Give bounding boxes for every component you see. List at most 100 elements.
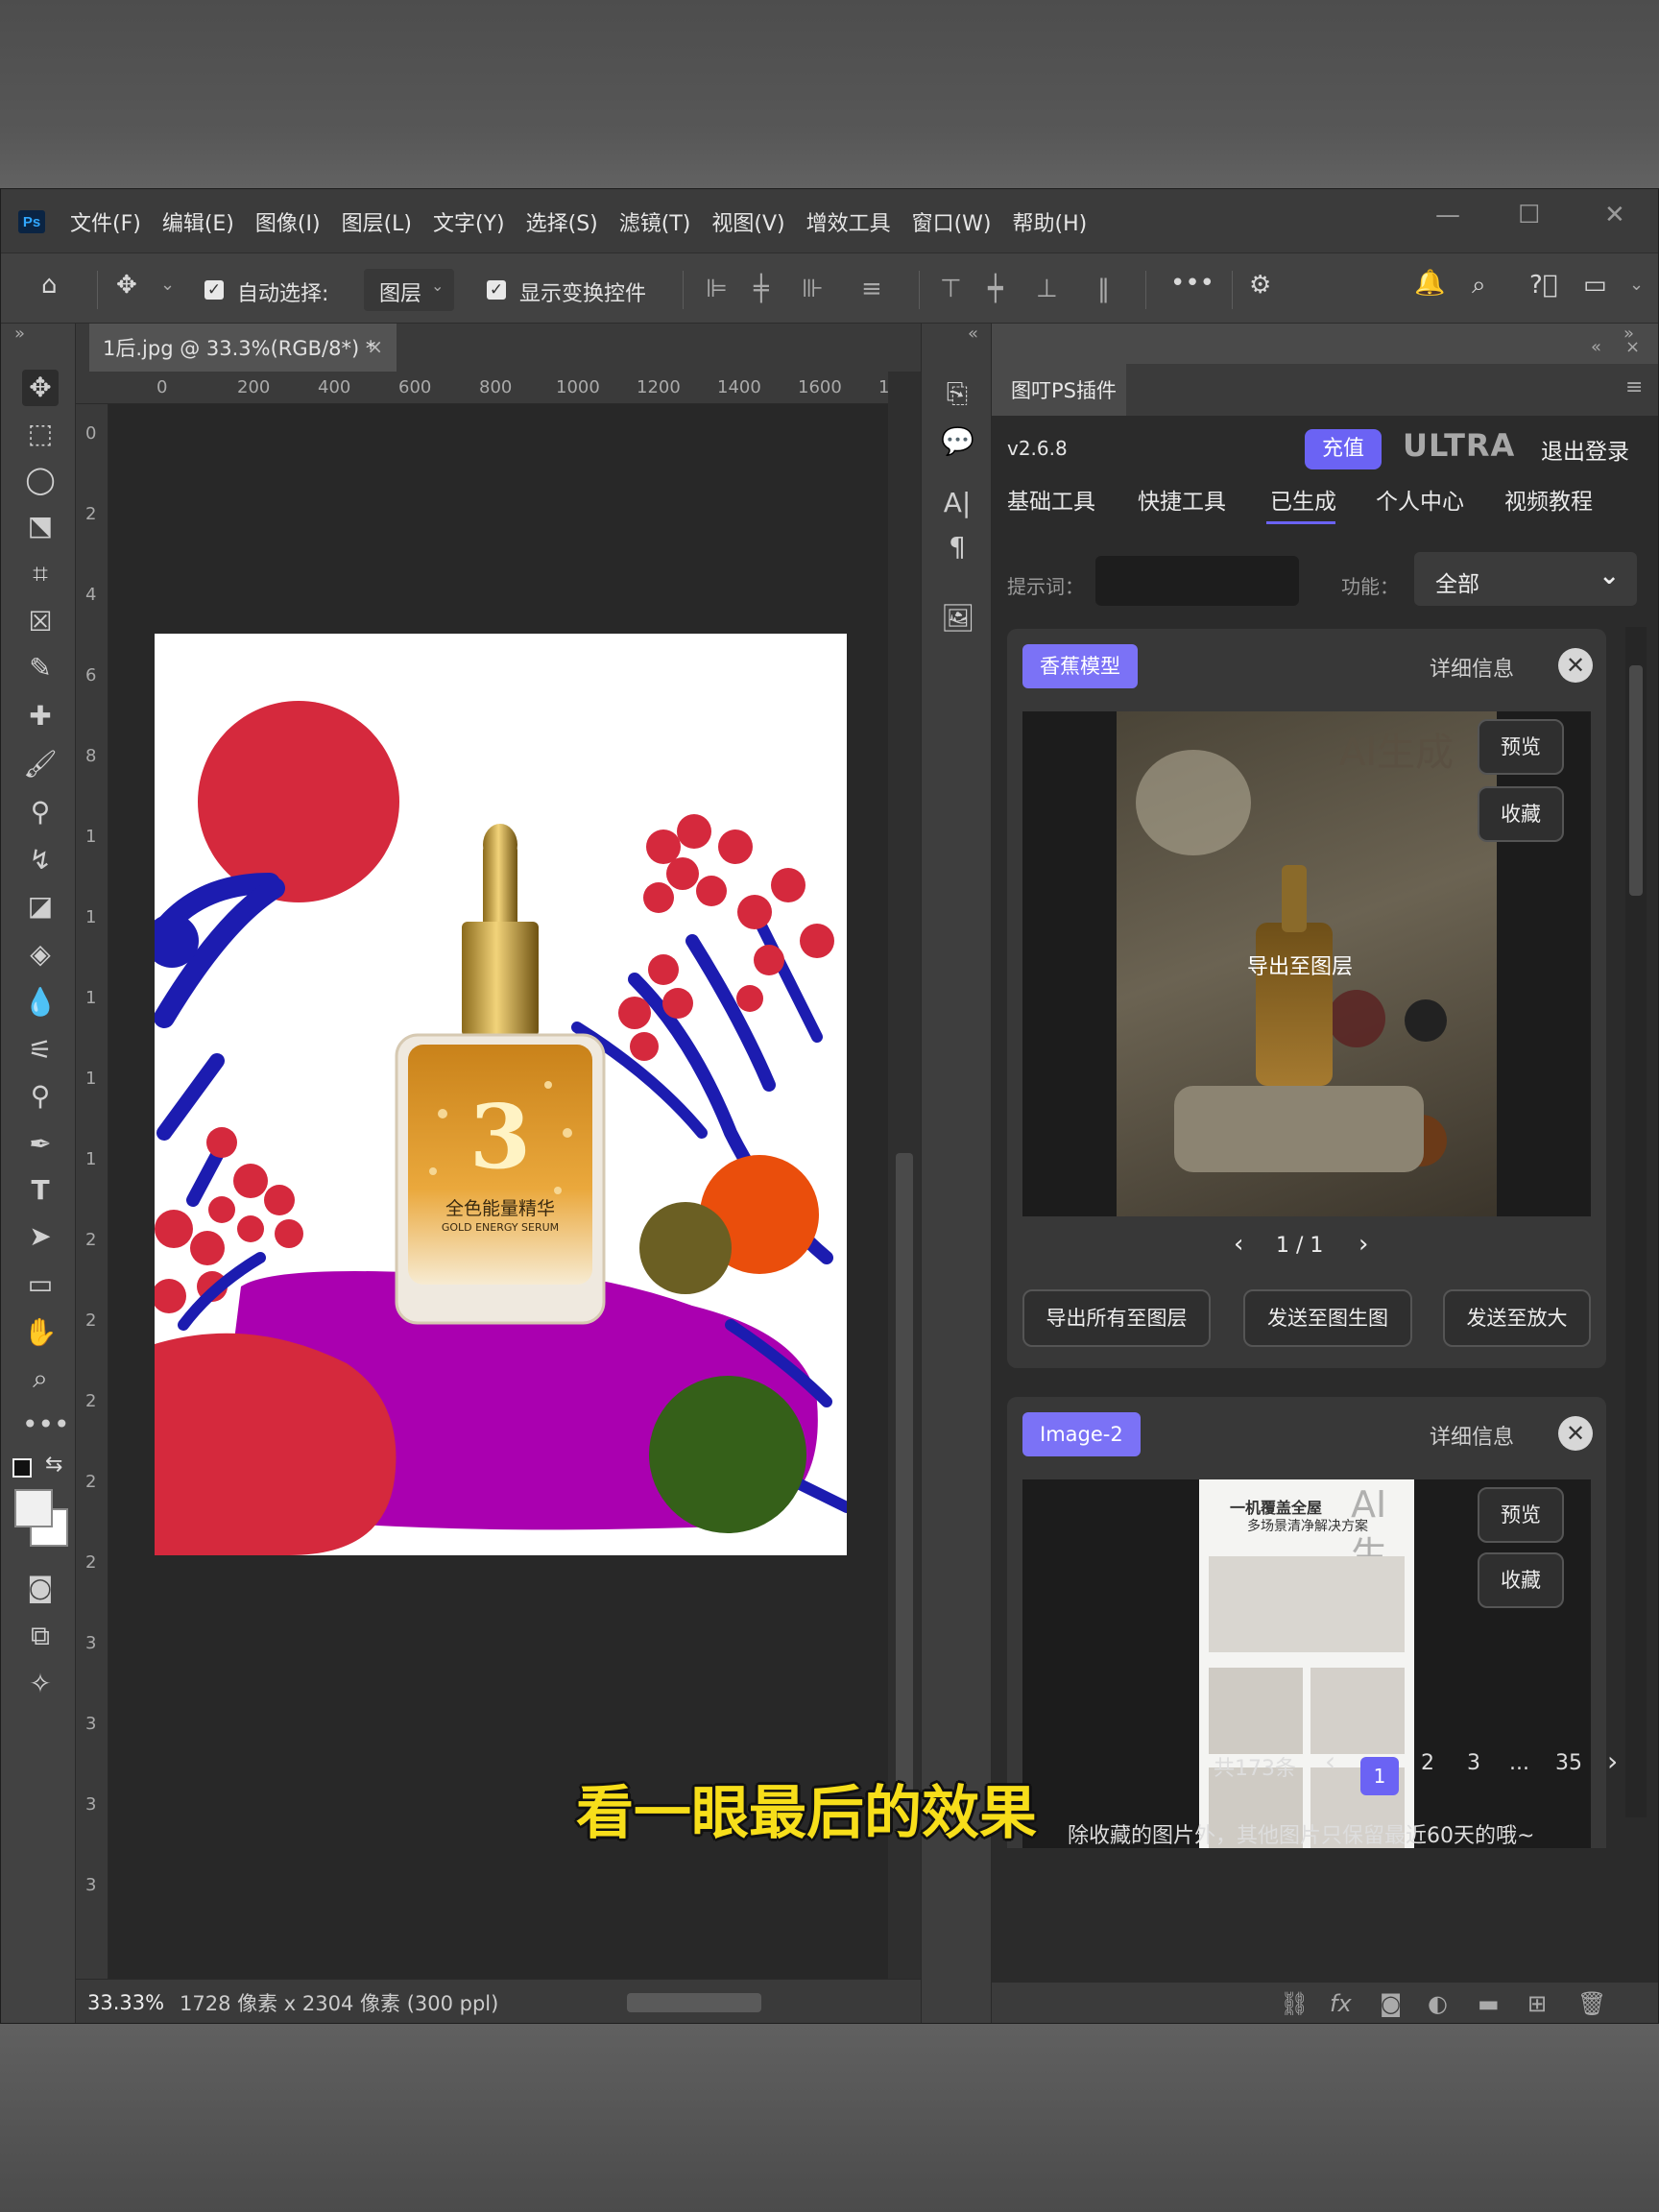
eraser-tool-icon[interactable]: ◪ — [22, 888, 59, 925]
auto-select-dropdown[interactable]: 图层 ⌄ — [364, 269, 454, 311]
zoom-tool-icon[interactable]: ⌕ — [22, 1360, 59, 1397]
tab-quick-tools[interactable]: 快捷工具 — [1138, 483, 1226, 516]
document-tab[interactable]: 1后.jpg @ 33.3%(RGB/8*) * × — [89, 324, 397, 372]
close-window-button[interactable]: ✕ — [1604, 201, 1625, 229]
adjustment-icon[interactable]: ◐ — [1428, 1990, 1448, 2017]
tab-personal-center[interactable]: 个人中心 — [1376, 483, 1464, 516]
more-options-icon[interactable]: ••• — [1170, 269, 1214, 298]
eyedropper-tool-icon[interactable]: ✎ — [22, 650, 59, 686]
lasso-tool-icon[interactable]: ◯ — [22, 462, 59, 498]
hand-tool-icon[interactable]: ✋ — [22, 1314, 59, 1351]
stamp-tool-icon[interactable]: ⚲ — [22, 794, 59, 830]
favorite-button[interactable]: 收藏 — [1478, 1552, 1564, 1608]
dodge-tool-icon[interactable]: ⚟ — [22, 1032, 59, 1069]
align-center-icon[interactable]: ╪ — [754, 275, 769, 303]
page-1-button[interactable]: 1 — [1360, 1757, 1399, 1795]
home-icon[interactable]: ⌂ — [41, 271, 58, 300]
zoom-level[interactable]: 33.33% — [87, 1991, 164, 2014]
maximize-button[interactable]: ☐ — [1518, 201, 1540, 229]
function-select[interactable]: 全部 ⌄ — [1414, 552, 1637, 606]
link-layers-icon[interactable]: ⛓ — [1280, 1990, 1309, 2017]
notification-bell-icon[interactable]: 🔔 — [1414, 269, 1445, 298]
canvas-vertical-scrollbar[interactable] — [888, 372, 921, 1979]
gear-icon[interactable]: ⚙ — [1249, 271, 1271, 300]
new-layer-icon[interactable]: ⊞ — [1527, 1990, 1547, 2017]
more-tools-icon[interactable]: ••• — [22, 1407, 70, 1443]
document-info[interactable]: 1728 像素 x 2304 像素 (300 ppl) — [180, 1988, 498, 2017]
brush-tool-icon[interactable]: 🖌 — [22, 746, 59, 782]
workspace-icon[interactable]: ▭ — [1583, 271, 1607, 300]
pen-tool-icon[interactable]: ✒ — [22, 1126, 59, 1163]
menu-select[interactable]: 选择(S) — [526, 206, 598, 237]
tab-generated[interactable]: 已生成 — [1270, 483, 1336, 516]
marquee-tool-icon[interactable]: ⬚ — [22, 416, 59, 452]
panel-menu-icon[interactable]: ≡ — [1625, 375, 1643, 399]
menu-help[interactable]: 帮助(H) — [1013, 206, 1088, 237]
trash-icon[interactable]: 🗑 — [1577, 1990, 1606, 2017]
close-icon[interactable]: ✕ — [1558, 1416, 1593, 1451]
horizontal-scroll-thumb[interactable] — [627, 1993, 761, 2012]
plugin-tab[interactable]: 图叮PS插件 — [992, 364, 1126, 416]
screen-mode-icon[interactable]: ⧉ — [22, 1618, 59, 1654]
distribute-icon[interactable]: ≡ — [861, 275, 882, 303]
export-all-to-layers-button[interactable]: 导出所有至图层 — [1022, 1289, 1211, 1347]
align-bottom-icon[interactable]: ⊥ — [1036, 275, 1058, 303]
default-colors-icon[interactable] — [12, 1458, 32, 1478]
page-3-button[interactable]: 3 — [1467, 1751, 1480, 1775]
path-select-icon[interactable]: ➤ — [22, 1218, 59, 1255]
menu-type[interactable]: 文字(Y) — [433, 206, 505, 237]
object-select-tool-icon[interactable]: ⬔ — [22, 508, 59, 544]
fx-icon[interactable]: fx — [1330, 1990, 1352, 2017]
export-to-layer-overlay[interactable]: 导出至图层 — [1247, 950, 1353, 980]
paragraph-panel-icon[interactable]: ¶ — [941, 531, 974, 564]
auto-select-checkbox[interactable]: ✓ — [204, 280, 224, 300]
menu-view[interactable]: 视图(V) — [711, 206, 784, 237]
transform-controls-checkbox[interactable]: ✓ — [487, 280, 506, 300]
recharge-button[interactable]: 充值 — [1305, 429, 1382, 469]
menu-file[interactable]: 文件(F) — [70, 206, 141, 237]
next-page-icon[interactable]: › — [1607, 1745, 1618, 1777]
preview-button[interactable]: 预览 — [1478, 719, 1564, 775]
rectangle-tool-icon[interactable]: ▭ — [22, 1266, 59, 1303]
prompt-input[interactable] — [1095, 556, 1299, 606]
result-image[interactable]: AI生成 导出至图层 — [1117, 711, 1497, 1216]
close-icon[interactable]: ✕ — [1558, 648, 1593, 683]
healing-tool-icon[interactable]: ✚ — [22, 698, 59, 734]
generative-icon[interactable]: ✧ — [22, 1666, 59, 1702]
search-icon[interactable]: ⌕ — [1472, 271, 1486, 301]
collapse-icon[interactable]: « — [1591, 337, 1601, 357]
menu-window[interactable]: 窗口(W) — [912, 206, 992, 237]
align-middle-icon[interactable]: ┿ — [988, 275, 1003, 303]
image-panel-icon[interactable]: 🖼 — [941, 602, 975, 635]
align-left-icon[interactable]: ⊫ — [706, 275, 728, 303]
plugin-scrollbar[interactable] — [1625, 627, 1647, 1817]
crop-tool-icon[interactable]: ⌗ — [22, 556, 59, 592]
close-tab-icon[interactable]: × — [367, 335, 383, 358]
frame-tool-icon[interactable]: ☒ — [22, 604, 59, 640]
menu-plugins[interactable]: 增效工具 — [806, 206, 891, 237]
quick-mask-icon[interactable]: ◙ — [22, 1570, 59, 1606]
tab-video-tutorials[interactable]: 视频教程 — [1504, 483, 1593, 516]
preview-button[interactable]: 预览 — [1478, 1487, 1564, 1543]
result-image-frame[interactable]: AI生成 一机覆盖全屋 多场景清净解决方案 预览 收藏 — [1022, 1479, 1591, 1848]
paint-bucket-icon[interactable]: ◈ — [22, 936, 59, 973]
history-brush-icon[interactable]: ↯ — [22, 842, 59, 878]
collapse-icon[interactable]: » — [14, 324, 25, 344]
document-canvas[interactable]: 3 全色能量精华 GOLD ENERGY SERUM — [155, 634, 847, 1555]
zoom-lens-icon[interactable]: ⚲ — [22, 1078, 59, 1115]
page-35-button[interactable]: 35 — [1555, 1751, 1582, 1775]
history-panel-icon[interactable]: ⎘ — [941, 377, 974, 410]
scroll-thumb[interactable] — [1629, 665, 1643, 896]
favorite-button[interactable]: 收藏 — [1478, 786, 1564, 842]
blur-tool-icon[interactable]: 💧 — [22, 984, 59, 1021]
chevron-down-icon[interactable]: ⌄ — [160, 275, 175, 295]
align-top-icon[interactable]: ⊤ — [940, 275, 962, 303]
align-right-icon[interactable]: ⊪ — [802, 275, 824, 303]
send-to-upscale-button[interactable]: 发送至放大 — [1443, 1289, 1591, 1347]
menu-edit[interactable]: 编辑(E) — [162, 206, 234, 237]
collapse-icon[interactable]: « — [968, 324, 978, 344]
type-tool-icon[interactable]: T — [22, 1172, 59, 1209]
result-image-frame[interactable]: AI生成 导出至图层 预览 收藏 — [1022, 711, 1591, 1216]
next-image-icon[interactable]: › — [1358, 1230, 1368, 1259]
prev-page-icon[interactable]: ‹ — [1325, 1745, 1335, 1777]
